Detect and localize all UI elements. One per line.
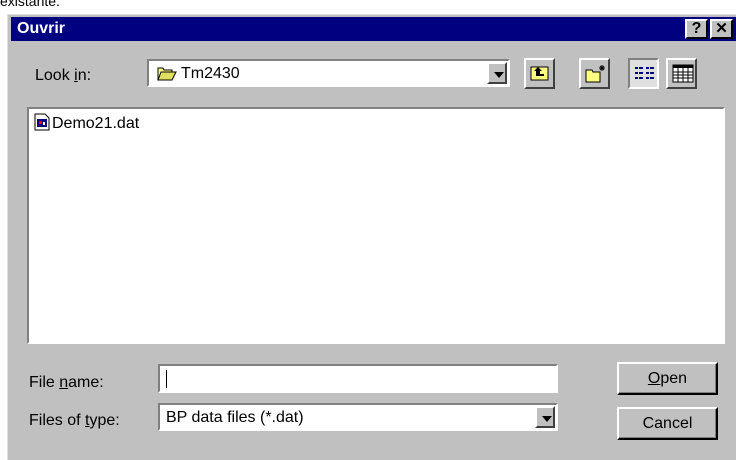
cancel-button[interactable]: Cancel <box>617 407 718 440</box>
window-title: Ouvrir <box>17 20 66 37</box>
file-type-label: Files of type: <box>29 412 120 429</box>
look-in-dropdown-button[interactable] <box>487 62 507 84</box>
file-name-text: Demo21.dat <box>52 115 140 132</box>
up-one-level-icon <box>530 64 550 87</box>
file-name-label: File name: <box>29 374 104 391</box>
chevron-down-icon <box>542 416 552 422</box>
open-file-dialog: Ouvrir ? ✕ Look in: Tm2430 Demo21.dat Fi… <box>7 14 736 460</box>
data-file-icon <box>34 113 50 136</box>
look-in-combobox[interactable]: Tm2430 <box>147 59 510 87</box>
create-new-folder-button[interactable] <box>579 58 610 89</box>
background-partial-text: existante. <box>0 0 60 9</box>
file-type-select[interactable]: BP data files (*.dat) <box>158 403 558 431</box>
close-button[interactable]: ✕ <box>710 19 733 39</box>
open-button[interactable]: Open <box>617 362 718 395</box>
open-folder-icon <box>157 65 177 86</box>
look-in-value: Tm2430 <box>181 65 240 82</box>
up-one-level-button[interactable] <box>524 58 555 89</box>
list-item[interactable]: Demo21.dat <box>34 113 139 136</box>
title-bar[interactable]: Ouvrir ? ✕ <box>11 17 736 41</box>
list-view-icon <box>634 65 656 88</box>
details-view-button[interactable] <box>666 58 697 89</box>
create-new-folder-icon <box>585 64 607 89</box>
cancel-button-label: Cancel <box>642 415 693 432</box>
file-name-input[interactable] <box>158 364 558 393</box>
file-type-dropdown-button[interactable] <box>535 406 555 428</box>
help-icon: ? <box>691 20 702 37</box>
file-type-value: BP data files (*.dat) <box>166 409 304 426</box>
list-view-button[interactable] <box>628 58 659 89</box>
text-caret <box>166 370 167 388</box>
file-list[interactable]: Demo21.dat <box>27 107 725 344</box>
chevron-down-icon <box>494 72 504 78</box>
open-button-key: O <box>647 370 661 387</box>
close-icon: ✕ <box>715 20 728 37</box>
look-in-label: Look in: <box>35 67 92 84</box>
details-view-icon <box>672 64 694 89</box>
help-button[interactable]: ? <box>685 19 708 39</box>
open-button-label: pen <box>660 370 688 387</box>
